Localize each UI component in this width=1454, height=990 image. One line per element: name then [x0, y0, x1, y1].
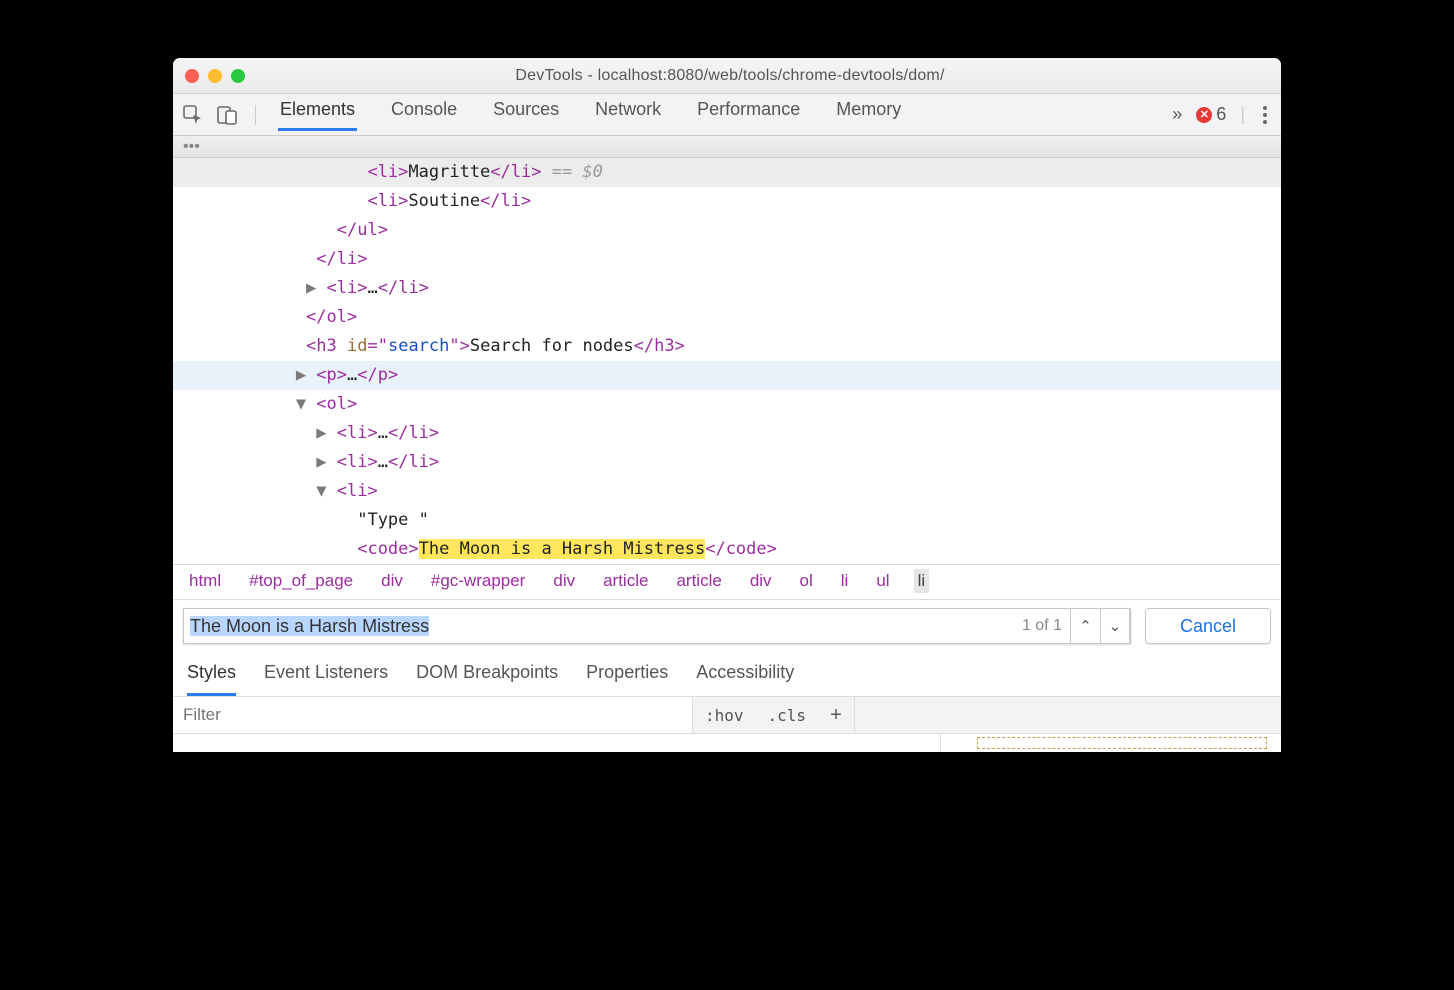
device-icon[interactable]: [217, 105, 237, 125]
error-badge[interactable]: ✕ 6: [1196, 104, 1226, 125]
box-model-outline: [977, 737, 1267, 749]
traffic-lights: [185, 69, 245, 83]
h3-text: Search for nodes: [470, 336, 634, 356]
minimize-icon[interactable]: [208, 69, 222, 83]
overflow-bar: •••: [173, 136, 1281, 158]
search-bar: The Moon is a Harsh Mistress 1 of 1 ⌃ ⌄ …: [173, 599, 1281, 652]
styles-filter-input[interactable]: [173, 697, 693, 733]
more-tabs-icon[interactable]: »: [1172, 104, 1182, 125]
tab-network[interactable]: Network: [593, 99, 663, 131]
error-count: 6: [1216, 104, 1226, 125]
tab-sources[interactable]: Sources: [491, 99, 561, 131]
breadcrumb-item[interactable]: div: [746, 569, 776, 593]
maximize-icon[interactable]: [231, 69, 245, 83]
panel-tabs: Elements Console Sources Network Perform…: [278, 99, 903, 131]
styles-sidebar-tabs: Styles Event Listeners DOM Breakpoints P…: [173, 652, 1281, 696]
breadcrumb-item[interactable]: article: [599, 569, 652, 593]
breadcrumb-item[interactable]: div: [549, 569, 579, 593]
tab-properties[interactable]: Properties: [586, 662, 668, 696]
tab-console[interactable]: Console: [389, 99, 459, 131]
search-count: 1 of 1: [1014, 617, 1070, 635]
tab-styles[interactable]: Styles: [187, 662, 236, 696]
main-toolbar: Elements Console Sources Network Perform…: [173, 94, 1281, 136]
overflow-dots[interactable]: •••: [183, 138, 200, 156]
breadcrumb-item[interactable]: li: [914, 569, 930, 593]
search-match: The Moon is a Harsh Mistress: [419, 539, 706, 559]
styles-body: [173, 734, 1281, 752]
search-prev-button[interactable]: ⌃: [1070, 608, 1100, 644]
breadcrumb-item[interactable]: li: [837, 569, 853, 593]
breadcrumb-item[interactable]: article: [672, 569, 725, 593]
tab-performance[interactable]: Performance: [695, 99, 802, 131]
error-icon: ✕: [1196, 107, 1212, 123]
hov-toggle[interactable]: :hov: [693, 706, 756, 725]
breadcrumb-item[interactable]: #top_of_page: [245, 569, 357, 593]
styles-toolbar: :hov .cls +: [173, 696, 1281, 734]
devtools-window: DevTools - localhost:8080/web/tools/chro…: [173, 58, 1281, 752]
new-style-rule-button[interactable]: +: [818, 704, 854, 727]
breadcrumb-item[interactable]: div: [377, 569, 407, 593]
window-title: DevTools - localhost:8080/web/tools/chro…: [245, 67, 1215, 85]
tab-elements[interactable]: Elements: [278, 99, 357, 131]
tab-event-listeners[interactable]: Event Listeners: [264, 662, 388, 696]
close-icon[interactable]: [185, 69, 199, 83]
kebab-icon[interactable]: [1259, 106, 1271, 124]
titlebar: DevTools - localhost:8080/web/tools/chro…: [173, 58, 1281, 94]
cancel-button[interactable]: Cancel: [1145, 608, 1271, 644]
inspect-icon[interactable]: [183, 105, 203, 125]
breadcrumb-item[interactable]: ul: [872, 569, 893, 593]
cls-toggle[interactable]: .cls: [756, 706, 819, 725]
search-next-button[interactable]: ⌄: [1100, 608, 1130, 644]
search-input[interactable]: The Moon is a Harsh Mistress: [190, 616, 429, 636]
tab-dom-breakpoints[interactable]: DOM Breakpoints: [416, 662, 558, 696]
attr-value: search: [388, 336, 449, 356]
dom-tree[interactable]: <li>Magritte</li> == $0 <li>Soutine</li>…: [173, 158, 1281, 564]
tab-memory[interactable]: Memory: [834, 99, 903, 131]
breadcrumb: html #top_of_page div #gc-wrapper div ar…: [173, 564, 1281, 599]
tab-accessibility[interactable]: Accessibility: [696, 662, 794, 696]
breadcrumb-item[interactable]: #gc-wrapper: [427, 569, 530, 593]
breadcrumb-item[interactable]: html: [185, 569, 225, 593]
breadcrumb-item[interactable]: ol: [796, 569, 817, 593]
